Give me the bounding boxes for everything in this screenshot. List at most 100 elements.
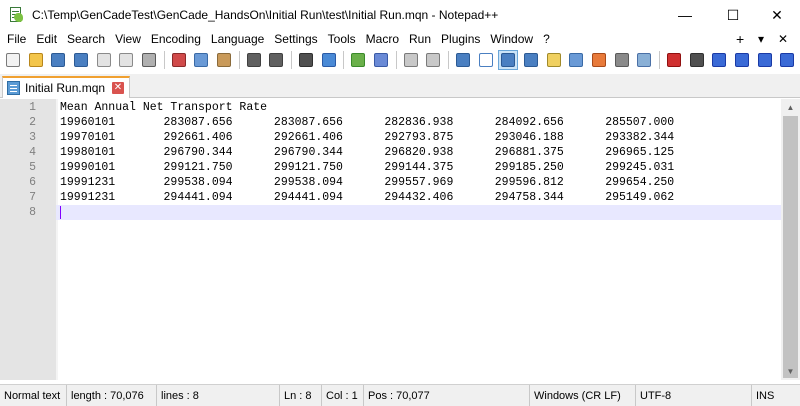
run-macro-multiple-button[interactable] bbox=[732, 50, 752, 70]
tab-initial-run[interactable]: Initial Run.mqn ✕ bbox=[2, 76, 130, 98]
scroll-down-icon[interactable]: ▼ bbox=[781, 363, 800, 380]
find-button[interactable] bbox=[296, 50, 316, 70]
tab-bar: Initial Run.mqn ✕ bbox=[0, 74, 800, 98]
editor-line[interactable]: 4 19980101 296790.344 296790.344 296820.9… bbox=[0, 145, 781, 160]
maximize-button[interactable]: ☐ bbox=[710, 0, 756, 30]
notepad-plus-plus-app-icon[interactable] bbox=[8, 7, 24, 23]
word-wrap-button[interactable] bbox=[453, 50, 473, 70]
toolbar-separator bbox=[395, 51, 397, 69]
sync-vertical-button[interactable] bbox=[401, 50, 421, 70]
tab-list-dropdown-icon[interactable]: ▾ bbox=[758, 30, 764, 48]
menu-tools[interactable]: Tools bbox=[323, 30, 361, 48]
cut-icon bbox=[171, 53, 186, 67]
editor-line[interactable]: 7 19991231 294441.094 294441.094 294432.4… bbox=[0, 190, 781, 205]
editor-line[interactable]: 8 bbox=[0, 205, 781, 220]
redo-button[interactable] bbox=[266, 50, 286, 70]
play-macro-icon bbox=[712, 53, 727, 67]
status-bar: Normal text length : 70,076 lines : 8 Ln… bbox=[0, 384, 800, 406]
record-macro-button[interactable] bbox=[664, 50, 684, 70]
menu-run[interactable]: Run bbox=[404, 30, 436, 48]
save-all-icon bbox=[73, 53, 88, 67]
menu-language[interactable]: Language bbox=[206, 30, 269, 48]
status-insert-mode[interactable]: INS bbox=[752, 385, 800, 406]
new-file-button[interactable] bbox=[3, 50, 23, 70]
replace-button[interactable] bbox=[319, 50, 339, 70]
editor-line[interactable]: 5 19990101 299121.750 299121.750 299144.3… bbox=[0, 160, 781, 175]
toolbar bbox=[0, 48, 800, 72]
window-title: C:\Temp\GenCadeTest\GenCade_HandsOn\Init… bbox=[32, 8, 499, 22]
editor-line[interactable]: 6 19991231 299538.094 299538.094 299557.9… bbox=[0, 175, 781, 190]
play-macro-button[interactable] bbox=[709, 50, 729, 70]
status-encoding[interactable]: UTF-8 bbox=[636, 385, 752, 406]
new-file-icon bbox=[5, 53, 20, 67]
udl-button[interactable] bbox=[521, 50, 541, 70]
menu-encoding[interactable]: Encoding bbox=[146, 30, 206, 48]
save-icon bbox=[51, 53, 66, 67]
editor-line[interactable]: 2 19960101 283087.656 283087.656 282836.9… bbox=[0, 115, 781, 130]
menu-macro[interactable]: Macro bbox=[361, 30, 404, 48]
menu-view[interactable]: View bbox=[110, 30, 146, 48]
doc-list-button[interactable] bbox=[612, 50, 632, 70]
stop-record-icon bbox=[689, 53, 704, 67]
save-macro-button[interactable] bbox=[755, 50, 775, 70]
folder-workspace-button[interactable] bbox=[589, 50, 609, 70]
text-editor[interactable]: 1 Mean Annual Net Transport Rate 2 19960101… bbox=[0, 99, 781, 380]
copy-icon bbox=[194, 53, 209, 67]
menu-help[interactable]: ? bbox=[538, 30, 555, 48]
menu-search[interactable]: Search bbox=[62, 30, 110, 48]
scroll-up-icon[interactable]: ▲ bbox=[781, 99, 800, 116]
menu-file[interactable]: File bbox=[2, 30, 31, 48]
show-all-chars-button[interactable] bbox=[476, 50, 496, 70]
toolbar-separator bbox=[163, 51, 165, 69]
word-wrap-icon bbox=[455, 53, 470, 67]
doc-list-icon bbox=[614, 53, 629, 67]
zoom-in-button[interactable] bbox=[348, 50, 368, 70]
line-text: 19990101 299121.750 299121.750 299144.37… bbox=[60, 161, 675, 174]
paste-button[interactable] bbox=[214, 50, 234, 70]
close-all-button[interactable] bbox=[116, 50, 136, 70]
menu-settings[interactable]: Settings bbox=[269, 30, 322, 48]
toolbar-separator bbox=[291, 51, 293, 69]
save-button[interactable] bbox=[48, 50, 68, 70]
sync-horizontal-icon bbox=[426, 53, 441, 67]
spell-check-button[interactable] bbox=[777, 50, 797, 70]
zoom-out-button[interactable] bbox=[371, 50, 391, 70]
stop-record-button[interactable] bbox=[687, 50, 707, 70]
indent-guide-button[interactable] bbox=[498, 50, 519, 70]
line-number: 4 bbox=[29, 146, 36, 159]
menu-edit[interactable]: Edit bbox=[31, 30, 62, 48]
undo-button[interactable] bbox=[244, 50, 264, 70]
vertical-scrollbar[interactable]: ▲ ▼ bbox=[781, 99, 800, 380]
sync-horizontal-button[interactable] bbox=[423, 50, 443, 70]
status-lines: lines : 8 bbox=[157, 385, 280, 406]
new-tab-plus-icon[interactable]: + bbox=[736, 30, 744, 48]
cut-button[interactable] bbox=[169, 50, 189, 70]
maximize-icon: ☐ bbox=[726, 6, 740, 23]
line-text: 19980101 296790.344 296790.344 296820.93… bbox=[60, 146, 675, 159]
print-button[interactable] bbox=[139, 50, 159, 70]
editor-line[interactable]: 1 Mean Annual Net Transport Rate bbox=[0, 100, 781, 115]
close-window-button[interactable]: ✕ bbox=[754, 0, 800, 30]
status-eol[interactable]: Windows (CR LF) bbox=[530, 385, 636, 406]
function-list-button[interactable] bbox=[566, 50, 586, 70]
close-button[interactable] bbox=[94, 50, 114, 70]
save-all-button[interactable] bbox=[71, 50, 91, 70]
status-ln: Ln : 8 bbox=[280, 385, 322, 406]
line-number: 6 bbox=[29, 176, 36, 189]
tab-close-icon[interactable]: ✕ bbox=[112, 82, 124, 94]
editor-line[interactable]: 3 19970101 292661.406 292661.406 292793.8… bbox=[0, 130, 781, 145]
line-number: 8 bbox=[0, 205, 56, 220]
minimize-button[interactable]: — bbox=[662, 0, 708, 30]
open-file-button[interactable] bbox=[26, 50, 46, 70]
scroll-thumb[interactable] bbox=[783, 116, 798, 378]
close-icon bbox=[96, 53, 111, 67]
line-text: 19960101 283087.656 283087.656 282836.93… bbox=[60, 116, 675, 129]
monitor-button[interactable] bbox=[634, 50, 654, 70]
close-document-icon[interactable]: ✕ bbox=[778, 30, 788, 48]
doc-map-button[interactable] bbox=[544, 50, 564, 70]
menu-plugins[interactable]: Plugins bbox=[436, 30, 485, 48]
copy-button[interactable] bbox=[191, 50, 211, 70]
status-doc-type: Normal text bbox=[0, 385, 67, 406]
menu-window[interactable]: Window bbox=[485, 30, 538, 48]
redo-icon bbox=[269, 53, 284, 67]
